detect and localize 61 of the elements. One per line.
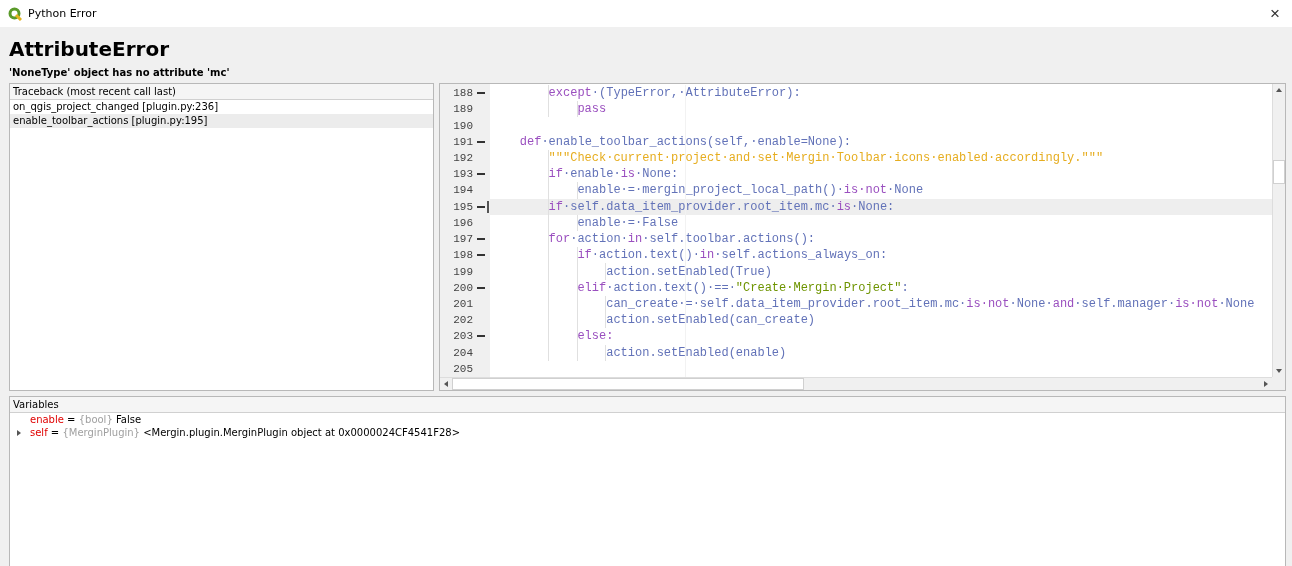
line-number: 196 [452, 216, 473, 229]
fold-marker-icon[interactable] [477, 254, 485, 257]
code-line: enable·=·False [576, 214, 679, 231]
scroll-down-icon[interactable] [1275, 367, 1283, 375]
traceback-header: Traceback (most recent call last) [10, 84, 433, 100]
line-number: 198 [452, 249, 473, 262]
line-number: 189 [452, 103, 473, 116]
fold-marker-icon[interactable] [477, 286, 485, 289]
scroll-left-icon[interactable] [442, 380, 450, 388]
horizontal-scrollbar[interactable] [440, 377, 1272, 390]
line-number: 191 [452, 135, 473, 148]
code-line: if·action.text()·in·self.actions_always_on: [576, 247, 888, 264]
error-message: 'NoneType' object has no attribute 'mc' [9, 67, 231, 78]
line-number: 204 [452, 346, 473, 359]
code-line: elif·action.text()·==·"Create·Mergin·Project": [576, 279, 909, 296]
code-line: if·enable·is·None: [547, 166, 679, 183]
code-line: def·enable_toolbar_actions(self,·enable=None): [518, 133, 852, 150]
fold-marker-icon[interactable] [477, 238, 485, 241]
line-number: 199 [452, 265, 473, 278]
line-number: 203 [452, 330, 473, 343]
line-number: 190 [452, 119, 473, 132]
qgis-logo-icon [8, 6, 22, 21]
fold-marker-icon[interactable] [477, 140, 485, 143]
code-line: else: [576, 328, 614, 345]
code-line: pass [576, 101, 607, 118]
line-number: 188 [452, 87, 473, 100]
code-line: enable·=·mergin_project_local_path()·is·not·None [576, 182, 924, 199]
vertical-scrollbar[interactable] [1272, 84, 1285, 377]
fold-marker-icon[interactable] [477, 335, 485, 338]
close-button[interactable]: × [1266, 5, 1284, 22]
variables-header: Variables [10, 397, 1285, 413]
window-title: Python Error [28, 7, 98, 20]
line-number: 193 [452, 168, 473, 181]
expand-arrow-icon[interactable] [16, 428, 22, 437]
code-line: if·self.data_item_provider.root_item.mc·is·None: [547, 198, 895, 215]
code-line: can_create·=·self.data_item_provider.root_item.mc·is·not·None·and·self.manager·is·not·None [605, 295, 1255, 312]
line-number: 192 [452, 152, 473, 164]
error-type: AttributeError [9, 37, 170, 61]
line-number: 202 [452, 314, 473, 327]
line-number: 200 [452, 281, 473, 294]
variable-entry: self = {MerginPlugin} <Mergin.plugin.MerginPlugin object at 0x0000024CF4541F28> [30, 427, 461, 438]
code-line: except·(TypeError,·AttributeError): [547, 85, 801, 102]
scroll-up-icon[interactable] [1275, 86, 1283, 94]
line-number: 205 [452, 362, 473, 375]
line-number: 201 [452, 297, 473, 310]
scrollbar-thumb[interactable] [452, 378, 804, 390]
scrollbar-thumb[interactable] [1273, 160, 1285, 184]
code-line: action.setEnabled(True) [605, 263, 772, 280]
code-line: """Check·current·project·and·set·Mergin·Toolbar·icons·enabled·accordingly.""" [547, 150, 1104, 166]
code-line: action.setEnabled(enable) [605, 344, 787, 361]
variable-entry: enable = {bool} False [30, 414, 142, 425]
code-line: for·action·in·self.toolbar.actions(): [547, 231, 816, 248]
fold-marker-icon[interactable] [477, 205, 485, 208]
line-number: 195 [452, 200, 473, 213]
line-number: 197 [452, 233, 473, 246]
scroll-right-icon[interactable] [1262, 380, 1270, 388]
code-line: action.setEnabled(can_create) [605, 312, 816, 329]
line-number: 194 [452, 184, 473, 197]
fold-marker-icon[interactable] [477, 92, 485, 95]
fold-marker-icon[interactable] [477, 173, 485, 176]
traceback-item[interactable]: enable_toolbar_actions [plugin.py:195] [10, 114, 433, 128]
